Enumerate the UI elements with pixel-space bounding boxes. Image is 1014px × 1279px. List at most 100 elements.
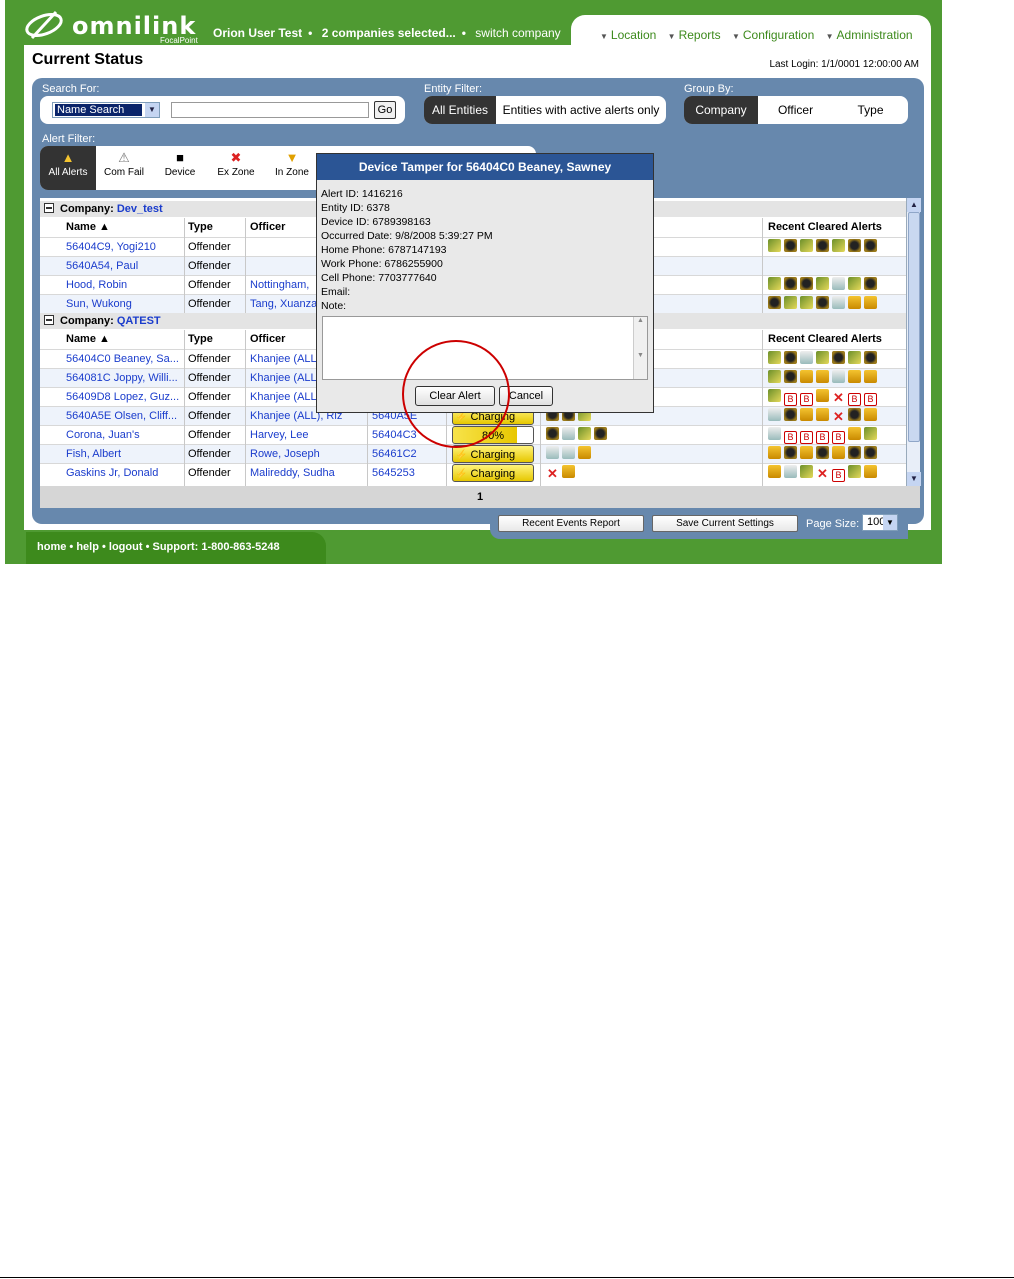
search-type-select[interactable]: Name Search ▼ bbox=[52, 102, 160, 118]
column-header-type[interactable]: Type bbox=[188, 218, 213, 236]
chevron-down-icon: ▼ bbox=[731, 32, 740, 41]
recent-alert-icons: ✕ bbox=[768, 407, 880, 425]
group-by-label: Group By: bbox=[684, 83, 734, 95]
officer-name[interactable]: Khanjee (ALL bbox=[250, 369, 317, 387]
recent-alert-icons bbox=[768, 369, 880, 387]
chevron-down-icon[interactable]: ▼ bbox=[145, 103, 159, 117]
alert-id: Alert ID: 1416216 bbox=[321, 188, 403, 200]
group-by: Company Officer Type bbox=[684, 96, 908, 124]
collapse-icon[interactable] bbox=[44, 315, 54, 325]
search-input[interactable] bbox=[171, 102, 369, 118]
logout-link[interactable]: logout bbox=[109, 541, 143, 553]
alert-filter-all[interactable]: ▲ All Alerts bbox=[40, 146, 96, 190]
column-header-type[interactable]: Type bbox=[188, 330, 213, 348]
entity-filter-all[interactable]: All Entities bbox=[424, 96, 496, 124]
nav-configuration[interactable]: Configuration bbox=[743, 28, 814, 42]
column-header-recent-alerts[interactable]: Recent Cleared Alerts bbox=[768, 218, 882, 236]
entity-name[interactable]: Sun, Wukong bbox=[66, 295, 184, 313]
company-name[interactable]: QATEST bbox=[117, 315, 161, 327]
go-button[interactable]: Go bbox=[374, 101, 396, 119]
entity-name[interactable]: Corona, Juan's bbox=[66, 426, 184, 444]
entity-type: Offender bbox=[188, 429, 231, 441]
entity-name[interactable]: Hood, Robin bbox=[66, 276, 184, 294]
entity-type: Offender bbox=[188, 467, 231, 479]
page-divider bbox=[0, 1277, 1014, 1278]
entity-name[interactable]: 5640A54, Paul bbox=[66, 257, 184, 275]
chevron-down-icon[interactable]: ▼ bbox=[883, 515, 897, 530]
chevron-down-icon: ▼ bbox=[825, 32, 834, 41]
alert-filter-device[interactable]: ■ Device bbox=[152, 146, 208, 190]
page-title: Current Status bbox=[32, 51, 144, 68]
group-by-type[interactable]: Type bbox=[833, 96, 908, 124]
group-by-officer[interactable]: Officer bbox=[758, 96, 833, 124]
scroll-down-icon[interactable]: ▼ bbox=[907, 472, 921, 486]
collapse-icon[interactable] bbox=[44, 203, 54, 213]
entity-type: Offender bbox=[188, 279, 231, 291]
entity-type: Offender bbox=[188, 260, 231, 272]
officer-name[interactable]: Malireddy, Sudha bbox=[250, 464, 335, 482]
column-header-recent-alerts[interactable]: Recent Cleared Alerts bbox=[768, 330, 882, 348]
entity-name[interactable]: 56404C0 Beaney, Sa... bbox=[66, 350, 184, 368]
recent-alert-icons: B B ✕ B B bbox=[768, 388, 880, 406]
alert-filter-in-zone[interactable]: ▼ In Zone bbox=[264, 146, 320, 190]
alert-filter-ex-zone[interactable]: ✖ Ex Zone bbox=[208, 146, 264, 190]
entity-name[interactable]: 5640A5E Olsen, Cliff... bbox=[66, 407, 184, 425]
entity-name[interactable]: Gaskins Jr, Donald bbox=[66, 464, 184, 482]
officer-name[interactable]: Khanjee (ALL bbox=[250, 350, 317, 368]
page-size-select[interactable]: 100 ▼ bbox=[862, 514, 898, 531]
company-selection: 2 companies selected... bbox=[321, 26, 456, 40]
alert-filter-com-fail[interactable]: ⚠ Com Fail bbox=[96, 146, 152, 190]
column-header-name[interactable]: Name ▲ bbox=[66, 330, 110, 348]
help-link[interactable]: help bbox=[76, 541, 99, 553]
scroll-up-icon[interactable]: ▲ bbox=[907, 198, 921, 212]
column-divider bbox=[184, 218, 185, 313]
recent-events-report-button[interactable]: Recent Events Report bbox=[498, 515, 644, 532]
nav-reports[interactable]: Reports bbox=[679, 28, 721, 42]
home-link[interactable]: home bbox=[37, 541, 66, 553]
entity-type: Offender bbox=[188, 391, 231, 403]
charging-icon: ⚡ bbox=[455, 469, 468, 480]
scroll-thumb[interactable] bbox=[908, 212, 920, 442]
search-label: Search For: bbox=[42, 83, 100, 95]
nav-location[interactable]: Location bbox=[611, 28, 656, 42]
pager: 1 bbox=[40, 486, 920, 508]
officer-name[interactable]: Khanjee (ALL bbox=[250, 388, 317, 406]
save-settings-button[interactable]: Save Current Settings bbox=[652, 515, 798, 532]
nav-administration[interactable]: Administration bbox=[837, 28, 913, 42]
recent-alert-icons bbox=[768, 238, 880, 256]
grid-scrollbar[interactable]: ▲ ▼ bbox=[906, 198, 921, 486]
page-number[interactable]: 1 bbox=[477, 491, 483, 503]
user-strip: Orion User Test • 2 companies selected...… bbox=[213, 26, 561, 40]
officer-name[interactable]: Tang, Xuanza bbox=[250, 295, 317, 313]
note-scrollbar[interactable]: ▲ ▼ bbox=[633, 317, 647, 379]
switch-company-link[interactable]: switch company bbox=[475, 26, 560, 40]
column-divider bbox=[245, 330, 246, 486]
company-name[interactable]: Dev_test bbox=[117, 203, 163, 215]
entity-type: Offender bbox=[188, 410, 231, 422]
recent-alert-icons bbox=[768, 445, 880, 463]
group-by-company[interactable]: Company bbox=[684, 96, 758, 124]
entity-name[interactable]: 56404C9, Yogi210 bbox=[66, 238, 184, 256]
table-row[interactable]: Gaskins Jr, Donald Offender Malireddy, S… bbox=[40, 463, 906, 482]
officer-name[interactable]: Rowe, Joseph bbox=[250, 445, 320, 463]
active-alert-icons bbox=[546, 445, 594, 463]
dialog-title: Device Tamper for 56404C0 Beaney, Sawney bbox=[317, 154, 653, 180]
device-id[interactable]: 5645253 bbox=[372, 464, 415, 482]
omnilink-logo[interactable]: omnilink FocalPoint bbox=[22, 8, 212, 45]
entity-type: Offender bbox=[188, 241, 231, 253]
entity-name[interactable]: 564081C Joppy, Willi... bbox=[66, 369, 184, 387]
entity-name[interactable]: 56409D8 Lopez, Guz... bbox=[66, 388, 184, 406]
current-user: Orion User Test bbox=[213, 26, 303, 40]
table-row[interactable]: Fish, Albert Offender Rowe, Joseph 56461… bbox=[40, 444, 906, 463]
device-id[interactable]: 56461C2 bbox=[372, 445, 417, 463]
column-header-name[interactable]: Name ▲ bbox=[66, 218, 110, 236]
column-header-officer[interactable]: Officer bbox=[250, 218, 285, 236]
entity-filter-active-alerts[interactable]: Entities with active alerts only bbox=[496, 96, 666, 124]
device-id[interactable]: 56404C3 bbox=[372, 426, 417, 444]
entity-name[interactable]: Fish, Albert bbox=[66, 445, 184, 463]
page-size-label: Page Size: bbox=[806, 518, 860, 530]
officer-name[interactable]: Harvey, Lee bbox=[250, 426, 309, 444]
column-header-officer[interactable]: Officer bbox=[250, 330, 285, 348]
officer-name[interactable]: Nottingham, bbox=[250, 276, 309, 294]
device-icon: ■ bbox=[176, 150, 184, 165]
